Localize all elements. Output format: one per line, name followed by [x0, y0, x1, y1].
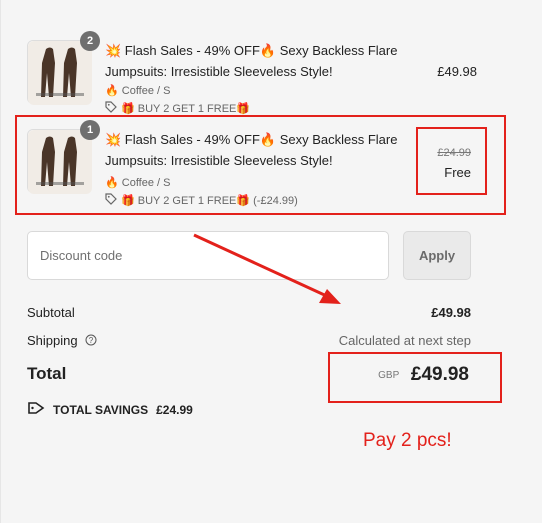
total-label: Total: [27, 364, 67, 383]
savings-tag-icon: [27, 401, 45, 418]
discount-code-input[interactable]: [27, 231, 389, 280]
product-title: 💥 Flash Sales - 49% OFF🔥 Sexy Backless F…: [105, 43, 398, 79]
total-savings: TOTAL SAVINGS £24.99: [27, 401, 193, 418]
product-thumbnail: 2: [27, 31, 100, 105]
tag-icon: [105, 101, 117, 116]
shipping-row: Shipping ? Calculated at next step: [27, 333, 471, 349]
subtotal-label: Subtotal: [27, 305, 75, 320]
total-value-block: GBP £49.98: [378, 364, 469, 386]
apply-button[interactable]: Apply: [403, 231, 471, 280]
promo-text: 🎁 BUY 2 GET 1 FREE🎁: [121, 103, 251, 115]
line-item: 2 💥 Flash Sales - 49% OFF🔥 Sexy Backless…: [27, 31, 477, 120]
savings-label: TOTAL SAVINGS: [53, 402, 149, 417]
item-price: £49.98: [437, 64, 477, 79]
promo-line: 🎁 BUY 2 GET 1 FREE🎁: [105, 101, 250, 116]
jumpsuit-image: [28, 41, 92, 105]
product-variant: 🔥 Coffee / S: [105, 85, 171, 97]
currency-code: GBP: [378, 369, 400, 381]
subtotal-row: Subtotal £49.98: [27, 305, 471, 320]
savings-value: £24.99: [156, 402, 193, 417]
shipping-label: Shipping: [27, 333, 78, 348]
highlight-box-price: [416, 127, 487, 195]
annotation-text: Pay 2 pcs!: [363, 430, 452, 451]
quantity-badge: 2: [80, 31, 100, 51]
help-circle-icon[interactable]: ?: [85, 334, 97, 349]
order-summary-panel: 2 💥 Flash Sales - 49% OFF🔥 Sexy Backless…: [0, 0, 542, 523]
total-amount: £49.98: [410, 364, 469, 385]
svg-text:?: ?: [89, 336, 94, 345]
subtotal-value: £49.98: [431, 305, 471, 320]
shipping-value: Calculated at next step: [338, 333, 471, 348]
total-row: Total GBP £49.98: [27, 364, 471, 390]
